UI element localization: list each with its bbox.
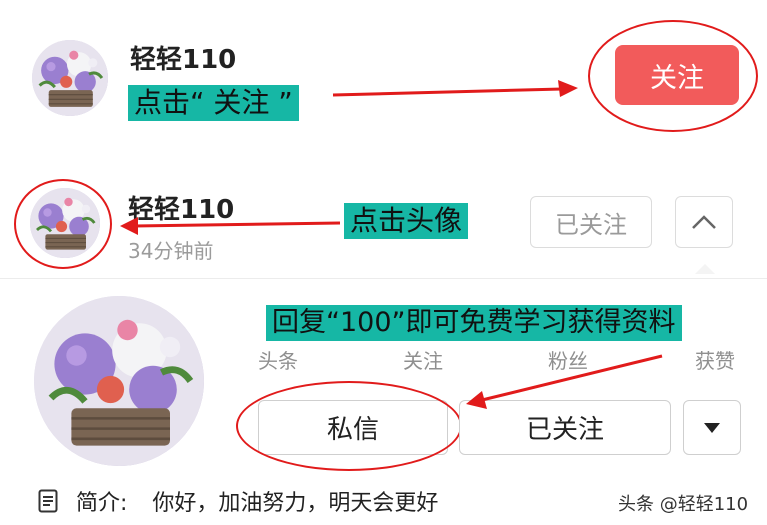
arrow-to-message <box>466 354 663 409</box>
arrow-to-follow <box>332 80 578 97</box>
arrow-to-avatar <box>120 217 341 235</box>
annotation-arrows <box>120 80 663 409</box>
